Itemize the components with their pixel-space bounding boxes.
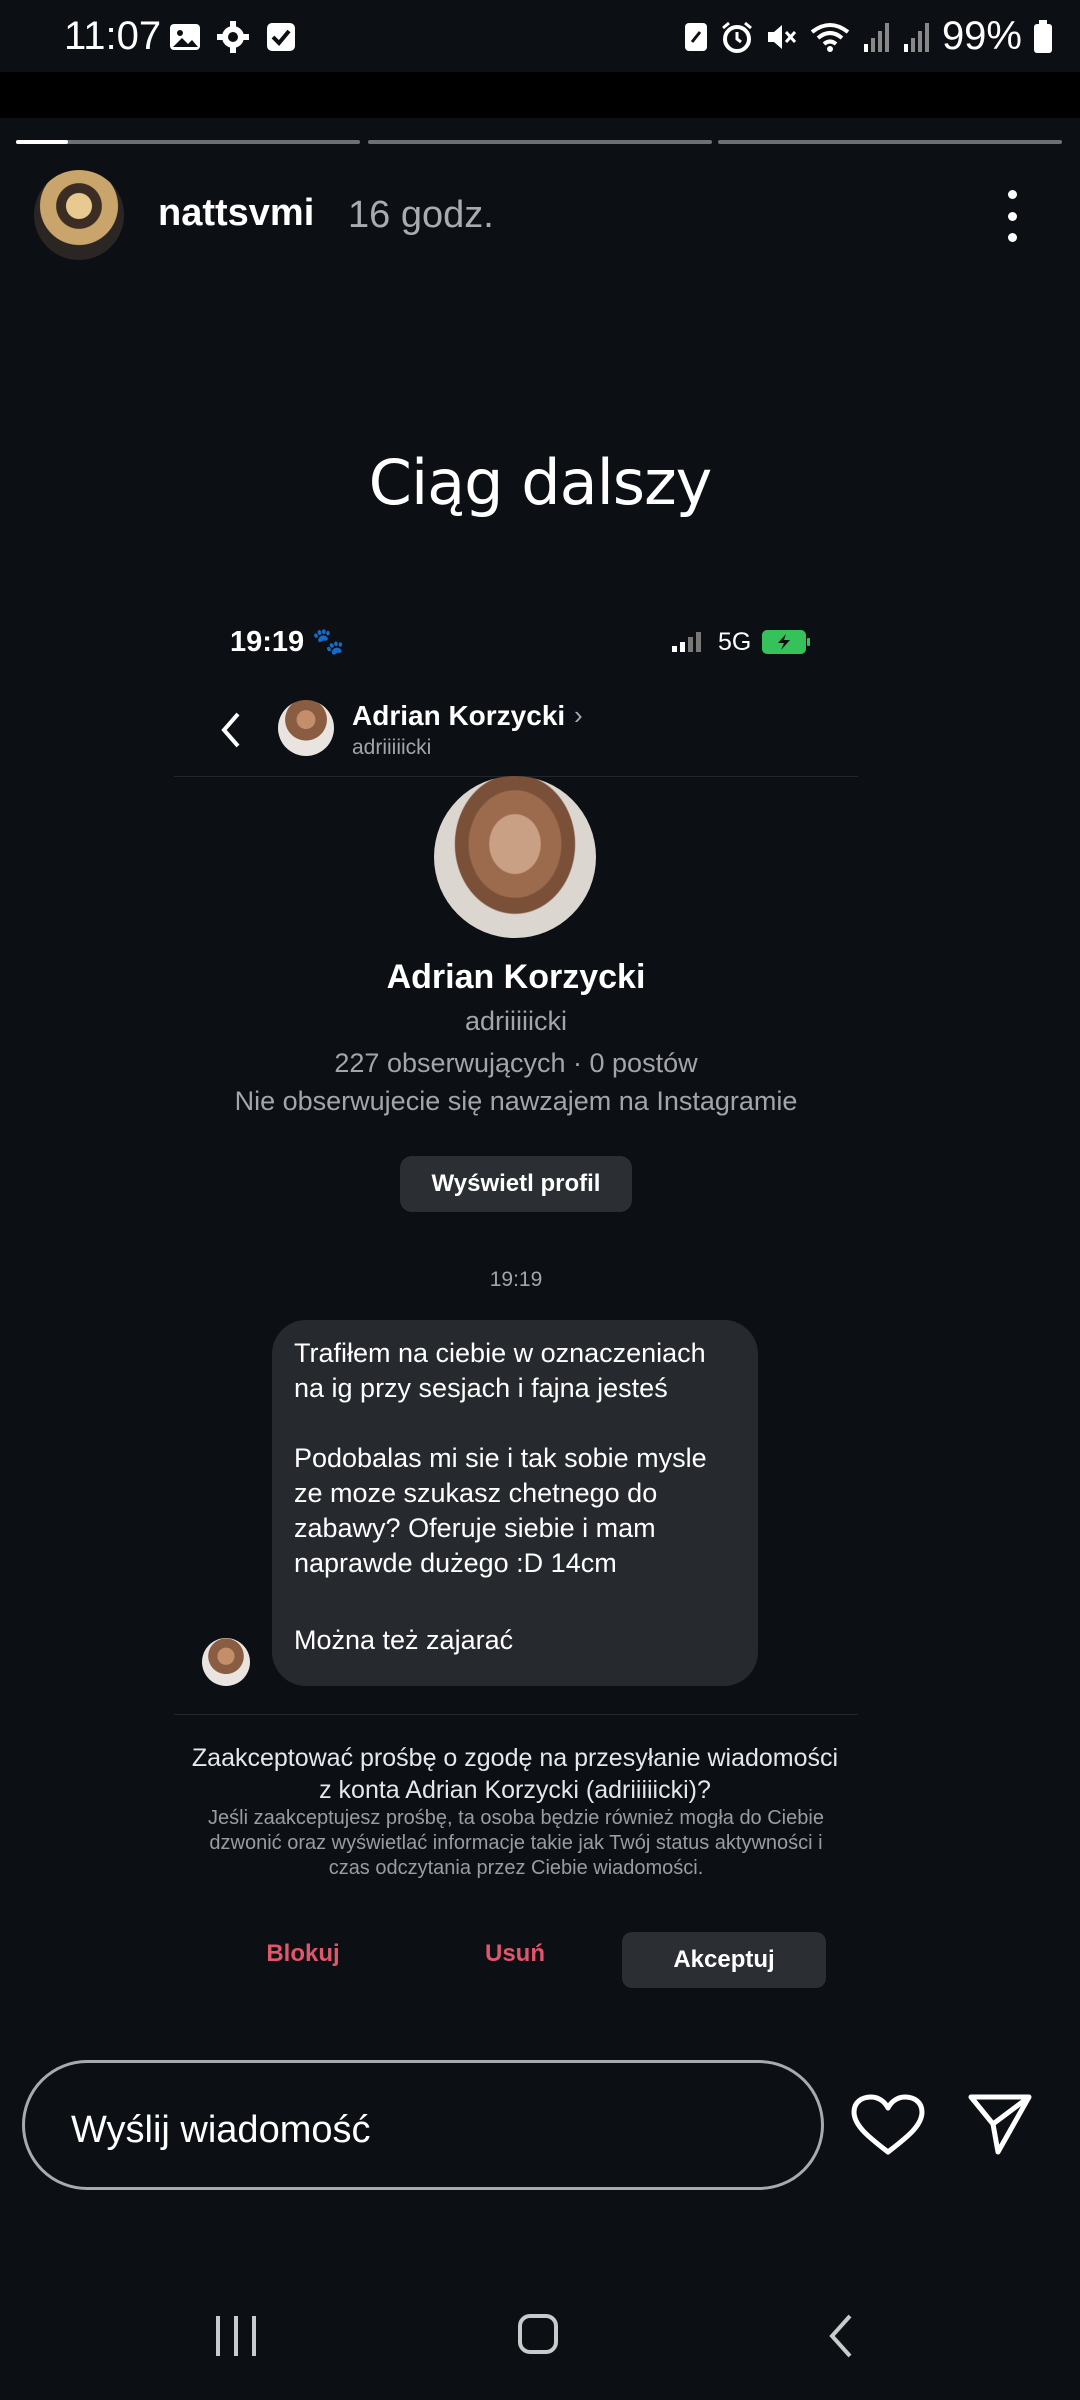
accept-button[interactable]: Akceptuj bbox=[622, 1932, 826, 1988]
mute-icon bbox=[767, 24, 797, 49]
chat-avatar[interactable] bbox=[278, 700, 334, 756]
sender-avatar bbox=[202, 1638, 250, 1686]
request-description: Jeśli zaakceptujesz prośbę, ta osoba będ… bbox=[208, 1807, 824, 1879]
message-line: Trafiłem na ciebie w oznaczeniach bbox=[294, 1338, 706, 1368]
message-line: ze moze szukasz chetnego do bbox=[294, 1478, 658, 1508]
view-profile-button[interactable]: Wyświetl profil bbox=[400, 1156, 632, 1212]
battery-icon bbox=[1034, 19, 1052, 53]
image-icon bbox=[170, 24, 200, 50]
profile-avatar bbox=[434, 776, 596, 938]
send-message-placeholder: Wyślij wiadomość bbox=[71, 2109, 371, 2151]
story-progress-segment bbox=[368, 140, 712, 144]
profile-stats: 227 obserwujących · 0 postów bbox=[334, 1048, 698, 1078]
profile-handle: adriiiiicki bbox=[464, 1006, 567, 1036]
message-timestamp: 19:19 bbox=[489, 1268, 543, 1291]
message-line: na ig przy sesjach i fajna jesteś bbox=[294, 1373, 668, 1403]
block-button[interactable]: Blokuj bbox=[228, 1940, 378, 1968]
profile-name: Adrian Korzycki bbox=[386, 958, 646, 996]
mutual-follow-note: Nie obserwujecie się nawzajem na Instagr… bbox=[234, 1086, 798, 1116]
delete-button[interactable]: Usuń bbox=[440, 1940, 590, 1968]
username[interactable]: nattsvmi bbox=[158, 192, 314, 235]
chat-handle: adriiiiicki bbox=[352, 736, 432, 759]
paw-icon: 🐾 bbox=[312, 626, 345, 656]
inner-network: 5G bbox=[718, 628, 752, 656]
request-title: Zaakceptować prośbę o zgodę na przesyłan… bbox=[191, 1744, 839, 1804]
story-progress-fill bbox=[16, 140, 68, 144]
alarm-icon bbox=[721, 21, 752, 53]
heart-icon[interactable] bbox=[850, 2094, 926, 2158]
send-message-input[interactable]: Wyślij wiadomość bbox=[22, 2060, 824, 2190]
battery-percentage: 99% bbox=[941, 14, 1022, 58]
signal-icon bbox=[903, 22, 929, 52]
clock: 11:07 bbox=[64, 14, 162, 58]
user-avatar[interactable] bbox=[34, 170, 124, 260]
message-line: zabawy? Oferuje siebie i mam bbox=[294, 1513, 656, 1543]
back-arrow-icon[interactable] bbox=[218, 710, 244, 750]
message-bubble: Trafiłem na ciebie w oznaczeniach na ig … bbox=[272, 1320, 758, 1686]
story-title: Ciąg dalszy bbox=[368, 446, 713, 519]
nfc-icon bbox=[684, 22, 707, 51]
inner-battery-icon bbox=[762, 630, 810, 654]
more-options-icon[interactable] bbox=[1000, 190, 1024, 242]
inner-clock: 19:19 bbox=[230, 626, 305, 658]
recent-apps-button[interactable] bbox=[216, 2316, 256, 2356]
nav-back-icon[interactable] bbox=[826, 2312, 856, 2360]
chevron-right-icon: › bbox=[574, 700, 583, 730]
status-band bbox=[0, 72, 1080, 118]
inner-signal-icon bbox=[672, 630, 701, 652]
message-line: Można też zajarać bbox=[294, 1625, 514, 1655]
checkbox-icon bbox=[267, 23, 295, 51]
message-line: naprawde dużego :D 14cm bbox=[294, 1548, 617, 1578]
story-progress-segment bbox=[718, 140, 1062, 144]
wifi-icon bbox=[810, 22, 850, 52]
signal-icon bbox=[863, 22, 889, 52]
story-time-ago: 16 godz. bbox=[348, 194, 494, 236]
message-line: Podobalas mi sie i tak sobie mysle bbox=[294, 1443, 707, 1473]
gear-icon bbox=[217, 21, 249, 53]
notification-icons bbox=[168, 20, 298, 54]
system-icons: 99% bbox=[682, 14, 1054, 59]
story-progress-segment bbox=[16, 140, 360, 144]
divider bbox=[174, 1714, 858, 1715]
chat-name[interactable]: Adrian Korzycki bbox=[352, 700, 565, 732]
home-button[interactable] bbox=[518, 2314, 558, 2354]
send-icon[interactable] bbox=[966, 2092, 1034, 2156]
